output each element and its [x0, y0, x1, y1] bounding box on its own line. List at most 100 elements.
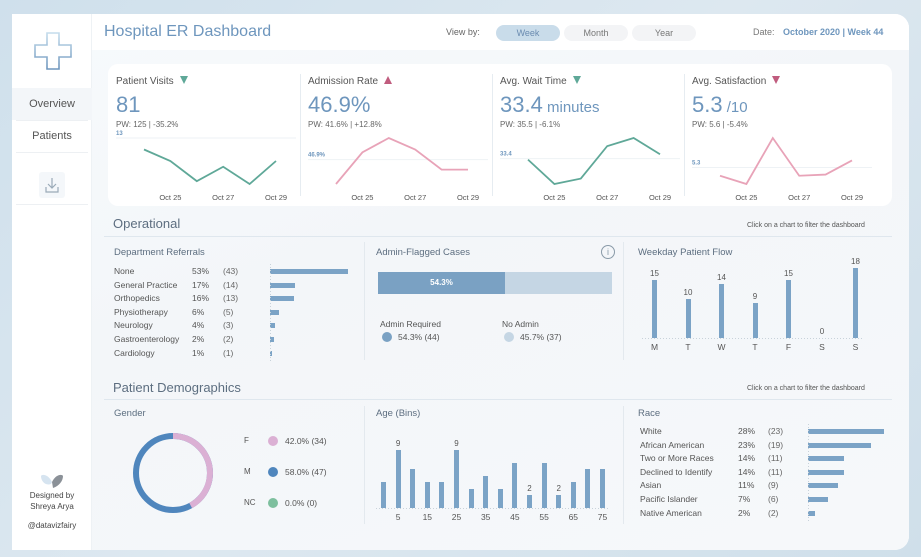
- row-percent: 17%: [192, 279, 210, 290]
- sparkline-x-label: Oct 29: [265, 193, 287, 202]
- credit-handle[interactable]: @datavizfairy: [12, 520, 92, 531]
- bar[interactable]: [270, 296, 294, 302]
- age-bar[interactable]: [541, 462, 547, 508]
- legend-no-admin-value: 45.7% (37): [520, 332, 562, 342]
- sparkline-chart[interactable]: 33.4 Oct 25 Oct 27 Oct 29: [492, 130, 684, 206]
- age-axis-label: 65: [568, 512, 579, 522]
- kpi-3[interactable]: Avg. Satisfaction 5.3 /10 PW: 5.6 | -5.4…: [684, 64, 876, 206]
- bar[interactable]: [270, 309, 280, 315]
- sidebar-item-overview[interactable]: Overview: [12, 88, 92, 120]
- kpi-2[interactable]: Avg. Wait Time 33.4 minutes PW: 35.5 | -…: [492, 64, 684, 206]
- view-week-button[interactable]: Week: [496, 25, 560, 41]
- sparkline-series[interactable]: [719, 136, 853, 186]
- view-month-button[interactable]: Month: [564, 25, 628, 41]
- gender-dot[interactable]: [268, 436, 278, 446]
- row-label[interactable]: White: [640, 426, 662, 436]
- sidebar-item-patients[interactable]: Patients: [12, 120, 92, 152]
- row-label[interactable]: Physiotherapy: [114, 307, 168, 317]
- age-bar[interactable]: [512, 462, 518, 508]
- bar[interactable]: [808, 497, 828, 502]
- trend-down-icon: [572, 76, 581, 84]
- weekday-bar[interactable]: [652, 279, 657, 338]
- age-bar[interactable]: [483, 475, 489, 508]
- row-label[interactable]: Pacific Islander: [640, 494, 698, 504]
- gender-value: 0.0% (0): [285, 498, 318, 508]
- admin-flagged-bar[interactable]: 54.3%: [378, 272, 612, 294]
- age-bar[interactable]: [497, 488, 503, 508]
- age-bar[interactable]: [381, 482, 386, 508]
- weekday-bar[interactable]: [685, 299, 691, 338]
- age-bar[interactable]: [556, 495, 562, 508]
- bar[interactable]: [808, 483, 838, 489]
- row-label[interactable]: General Practice: [114, 280, 177, 290]
- kpi-1[interactable]: Admission Rate 46.9% PW: 41.6% | +12.8% 4…: [300, 64, 492, 206]
- weekday-value-label: 14: [717, 272, 726, 282]
- row-label[interactable]: Cardiology: [114, 348, 155, 358]
- row-count: (11): [768, 466, 783, 477]
- row-label[interactable]: African American: [640, 440, 704, 450]
- bar[interactable]: [808, 429, 884, 434]
- kpi-title: Avg. Wait Time: [500, 76, 581, 87]
- sparkline-chart[interactable]: 46.9% Oct 25 Oct 27 Oct 29: [300, 130, 492, 206]
- age-bar[interactable]: [439, 482, 445, 508]
- age-bar[interactable]: [585, 469, 591, 508]
- bar[interactable]: [808, 469, 845, 475]
- sparkline-x-label: Oct 27: [788, 193, 810, 202]
- row-label[interactable]: Orthopedics: [114, 293, 160, 303]
- sparkline-series[interactable]: [335, 136, 468, 185]
- weekday-bar[interactable]: [786, 279, 791, 338]
- legend-admin-required-label: Admin Required: [380, 319, 441, 329]
- bar[interactable]: [808, 456, 845, 462]
- row-percent: 4%: [192, 320, 205, 331]
- row-count: (3): [223, 320, 234, 331]
- age-bar[interactable]: [424, 482, 430, 508]
- info-icon[interactable]: i: [601, 245, 615, 259]
- kpi-0[interactable]: Patient Visits 81 PW: 125 | -35.2% 13 Oct …: [108, 64, 300, 206]
- weekday-bar[interactable]: [719, 283, 724, 338]
- sidebar-divider: [16, 204, 88, 205]
- sparkline-series[interactable]: [527, 137, 661, 185]
- kpi-value-number: 81: [116, 92, 141, 117]
- row-count: (1): [223, 347, 234, 358]
- row-label[interactable]: Declined to Identify: [640, 467, 712, 477]
- age-bar[interactable]: [410, 469, 416, 508]
- sparkline-series[interactable]: [143, 148, 277, 186]
- weekday-bar[interactable]: [853, 268, 858, 338]
- download-button[interactable]: [39, 172, 65, 198]
- row-label[interactable]: Asian: [640, 480, 661, 490]
- gender-dot[interactable]: [268, 467, 278, 477]
- credit-designed-by: Designed by: [29, 491, 75, 500]
- gender-donut[interactable]: [128, 428, 218, 518]
- panel-divider: [623, 406, 624, 524]
- age-bar[interactable]: [395, 450, 401, 508]
- main-content: Hospital ER Dashboard View by: Week Mont…: [92, 14, 909, 550]
- row-label[interactable]: None: [114, 266, 134, 276]
- age-bar[interactable]: [600, 469, 605, 508]
- gender-dot[interactable]: [268, 498, 278, 508]
- weekday-axis-label: S: [819, 342, 825, 352]
- admin-required-segment[interactable]: 54.3%: [378, 272, 506, 294]
- age-bar[interactable]: [570, 482, 576, 508]
- view-year-button[interactable]: Year: [632, 25, 696, 41]
- kpi-title: Patient Visits: [116, 76, 188, 87]
- row-label[interactable]: Gastroenterology: [114, 334, 179, 344]
- age-bar[interactable]: [454, 450, 459, 508]
- row-label[interactable]: Two or More Races: [640, 453, 714, 463]
- row-label[interactable]: Native American: [640, 508, 702, 518]
- row-percent: 14%: [738, 453, 756, 464]
- bar[interactable]: [808, 442, 871, 448]
- weekday-value-label: 10: [683, 288, 693, 298]
- sparkline-chart[interactable]: 5.3 Oct 25 Oct 27 Oct 29: [684, 130, 876, 206]
- sparkline-chart[interactable]: 13 Oct 25 Oct 27 Oct 29: [108, 130, 300, 206]
- gender-key: NC: [244, 498, 256, 507]
- weekday-bar[interactable]: [752, 303, 758, 338]
- bar[interactable]: [270, 282, 296, 288]
- kpi-value: 5.3 /10: [692, 92, 748, 118]
- kpi-value: 81: [116, 92, 140, 118]
- age-bar[interactable]: [468, 488, 474, 508]
- weekday-axis-label: S: [852, 342, 859, 352]
- row-label[interactable]: Neurology: [114, 320, 153, 330]
- age-axis-label: 25: [451, 512, 462, 522]
- bar[interactable]: [270, 269, 348, 274]
- age-bar[interactable]: [527, 495, 532, 508]
